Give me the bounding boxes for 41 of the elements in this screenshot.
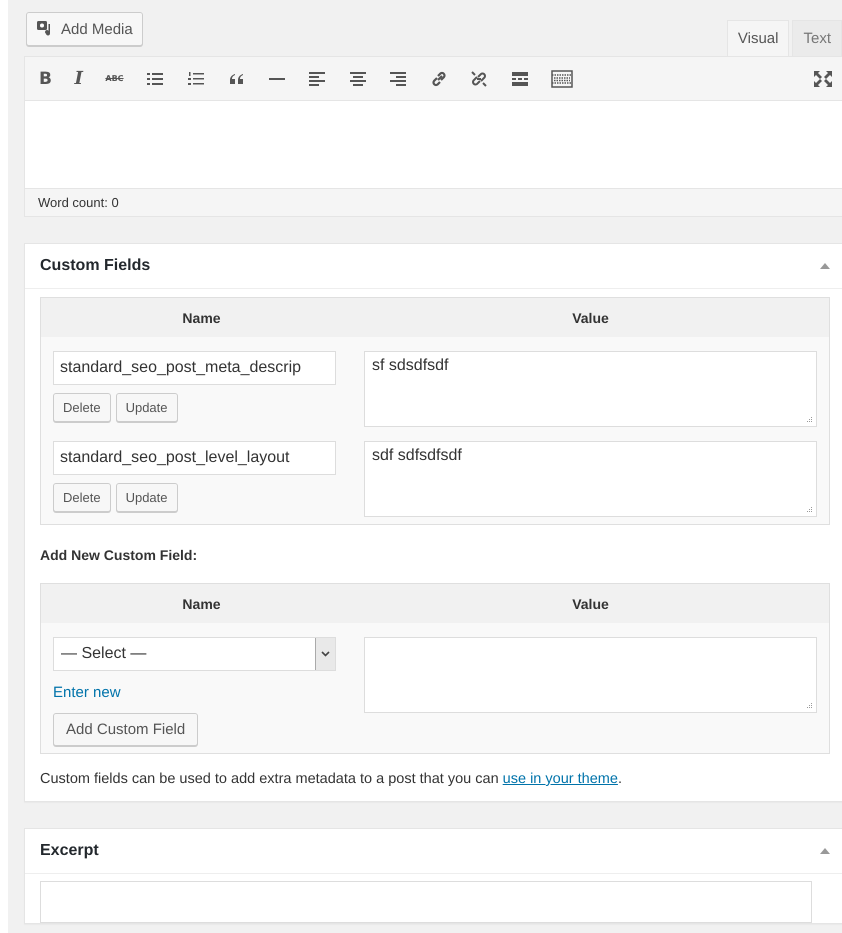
bold-button[interactable]: B xyxy=(39,68,52,88)
name-select[interactable]: — Select — xyxy=(53,637,336,671)
field-value-textarea[interactable]: sdf sdfsdfsdf xyxy=(364,441,817,517)
panel-title: Excerpt xyxy=(40,842,99,860)
read-more-icon[interactable] xyxy=(510,70,529,86)
enter-new-link[interactable]: Enter new xyxy=(53,684,348,701)
panel-title: Custom Fields xyxy=(40,257,150,275)
collapse-arrow-icon[interactable] xyxy=(820,848,830,854)
field-name-input[interactable]: standard_seo_post_meta_descrip xyxy=(53,351,336,385)
column-header: Value xyxy=(571,310,610,326)
editor-tab[interactable]: Visual xyxy=(726,20,790,56)
add-media-button[interactable]: Add Media xyxy=(26,12,143,46)
align-left-icon[interactable] xyxy=(308,70,326,86)
theme-link[interactable]: use in your theme xyxy=(502,771,618,787)
field-name-input[interactable]: standard_seo_post_level_layout xyxy=(53,441,336,475)
column-header: Name xyxy=(181,310,222,326)
section-heading: Add New Custom Field: xyxy=(40,547,198,563)
add-custom-field-button[interactable]: Add Custom Field xyxy=(53,713,198,746)
small-button[interactable]: Delete xyxy=(53,483,111,512)
help-text: Custom fields can be used to add extra metadata to a post that you can use in your theme. xyxy=(40,771,623,787)
align-center-icon[interactable] xyxy=(348,70,367,86)
small-button[interactable]: Update xyxy=(116,483,178,512)
field-value-textarea[interactable] xyxy=(364,637,817,713)
numbered-list-icon[interactable] xyxy=(186,70,205,86)
small-button[interactable]: Update xyxy=(116,393,178,422)
chevron-down-icon xyxy=(321,651,330,657)
column-header: Name xyxy=(181,596,222,612)
fullscreen-icon[interactable] xyxy=(813,70,833,88)
column-header: Value xyxy=(571,596,610,612)
small-button[interactable]: Delete xyxy=(53,393,111,422)
bulleted-list-icon[interactable] xyxy=(146,70,164,86)
word-count: Word count: 0 xyxy=(38,195,119,210)
italic-button[interactable]: I xyxy=(74,68,83,89)
align-right-icon[interactable] xyxy=(389,70,408,86)
strikethrough-button[interactable]: ABC xyxy=(105,74,124,83)
collapse-arrow-icon[interactable] xyxy=(820,263,830,269)
field-value-textarea[interactable]: sf sdsdfsdf xyxy=(364,351,817,427)
unlink-icon[interactable] xyxy=(470,70,488,88)
link-icon[interactable] xyxy=(430,70,448,88)
editor-tab[interactable]: Text xyxy=(792,20,842,56)
keyboard-icon[interactable] xyxy=(551,70,574,88)
